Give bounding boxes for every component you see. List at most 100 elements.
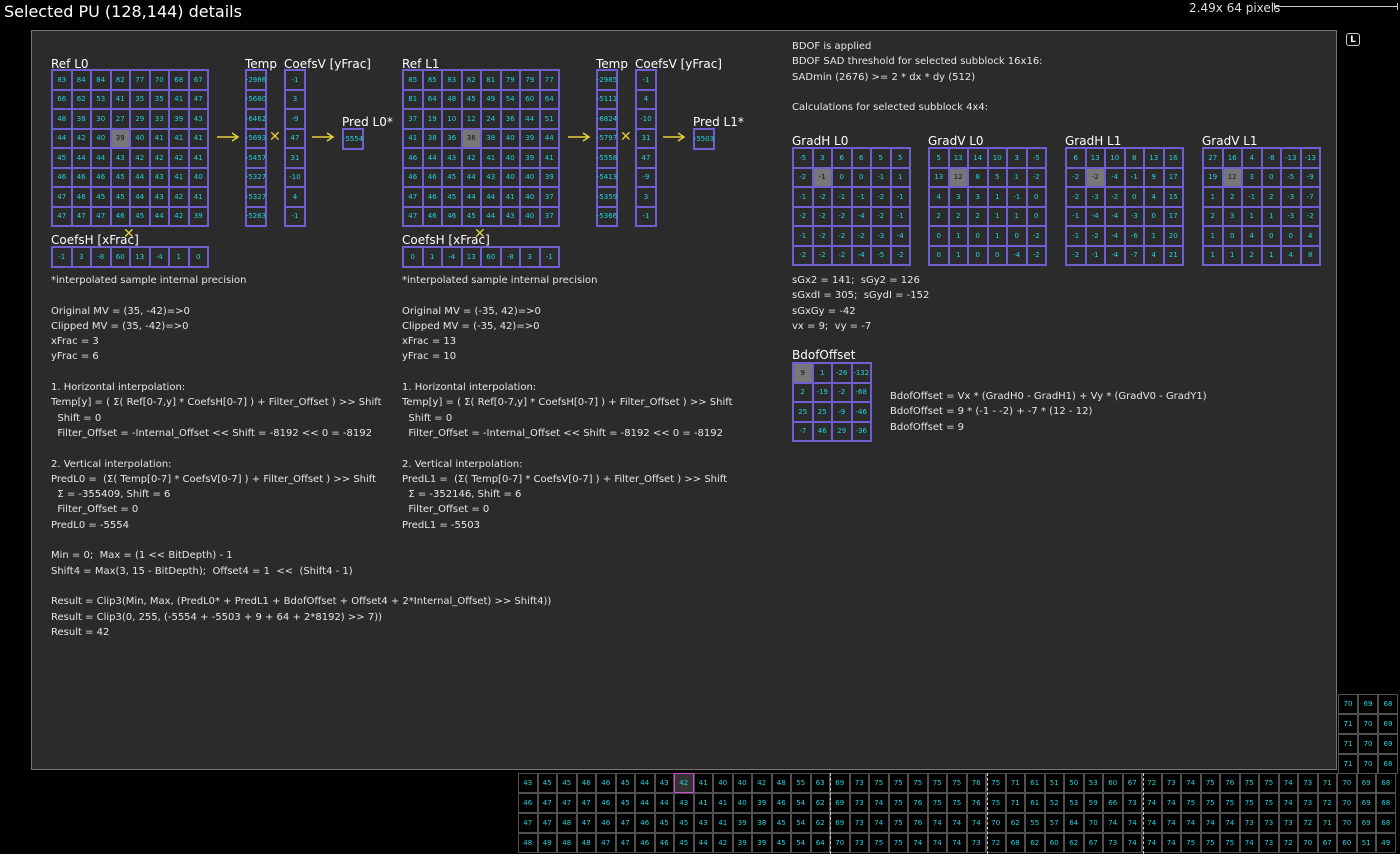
grid-cell: 41	[500, 187, 520, 207]
grid-cell: 46	[422, 206, 442, 226]
grid-cell: -5	[793, 148, 813, 168]
pixel-cell: 53	[1064, 793, 1084, 813]
pixel-cell: 68	[1005, 833, 1025, 853]
bdof-offset-grid: 9 1 -26 -132 2 -19 -2 -68 25 25 -9 -46 -7 46 29 -36	[792, 362, 872, 442]
grid-cell: -8	[91, 247, 111, 267]
grid-cell: 47	[285, 128, 305, 148]
grid-cell: 46	[422, 167, 442, 187]
grid-cell: 33	[149, 109, 169, 129]
pixel-cell: 70	[1083, 813, 1103, 833]
pixel-cell: 47	[576, 793, 596, 813]
grid-cell: 1	[1261, 206, 1281, 226]
pixel-cell: 64	[1064, 813, 1084, 833]
grid-cell: 84	[71, 70, 91, 90]
pixel-cell: 46	[518, 793, 538, 813]
bdof-formula: BdofOffset = Vx * (GradH0 - GradH1) + Vy…	[890, 391, 1207, 433]
pixel-cell: 39	[752, 793, 772, 813]
grid-cell: 2	[929, 206, 949, 226]
grid-cell: 79	[520, 70, 540, 90]
grid-cell: 46	[812, 421, 832, 441]
grid-cell: 3	[285, 89, 305, 109]
grid-cell: 40	[520, 187, 540, 207]
grid-cell: -2	[851, 226, 871, 246]
grid-cell: 17	[1163, 206, 1183, 226]
pixel-cell: 73	[966, 833, 986, 853]
grid-cell: 43	[188, 109, 208, 129]
grid-cell: 40	[130, 128, 150, 148]
grid-cell: 4	[1144, 187, 1164, 207]
grid-cell: -2	[1105, 187, 1125, 207]
l0-coefsh-grid: -1 3 -8 60 13 -4 1 0	[51, 246, 209, 268]
grid-cell: -5366	[597, 206, 617, 226]
grid-cell: 1	[422, 247, 442, 267]
pixel-cell: 70	[1337, 813, 1357, 833]
grid-cell: 0	[968, 226, 988, 246]
grid-cell: 3	[1007, 148, 1027, 168]
pixel-cell: 42	[674, 773, 694, 793]
grid-cell: -1	[1242, 187, 1262, 207]
zoom-slider[interactable]	[1274, 3, 1398, 10]
grid-cell: 14	[968, 148, 988, 168]
grid-cell: -4	[1085, 206, 1105, 226]
grid-cell: 44	[520, 109, 540, 129]
grid-cell: 0	[968, 245, 988, 265]
bdof-gradh-l0-title: GradH L0	[792, 134, 849, 148]
l-button[interactable]: L	[1346, 33, 1360, 46]
pixel-cell: 50	[1064, 773, 1084, 793]
grid-cell: -2	[1026, 167, 1046, 187]
pixel-cell: 73	[1278, 813, 1298, 833]
bdof-gradv-l0-title: GradV L0	[928, 134, 984, 148]
grid-cell: 44	[461, 167, 481, 187]
pixel-cell: 43	[518, 773, 538, 793]
pixel-cell: 47	[518, 813, 538, 833]
pixel-cell: 70	[1338, 694, 1358, 714]
grid-cell: -2	[812, 245, 832, 265]
pixel-cell: 75	[888, 773, 908, 793]
grid-cell: 17	[1163, 167, 1183, 187]
grid-cell: 85	[422, 70, 442, 90]
pixel-cell: 72	[986, 833, 1006, 853]
grid-cell: -5413	[597, 167, 617, 187]
pixel-cell: 48	[518, 833, 538, 853]
pixel-cell: 72	[1298, 813, 1318, 833]
pixel-cell: 75	[869, 833, 889, 853]
pixel-cell: 75	[986, 793, 1006, 813]
pixel-cell: 47	[537, 813, 557, 833]
grid-cell: 15	[1163, 187, 1183, 207]
pixel-cell: 75	[1220, 833, 1240, 853]
grid-cell: -1	[871, 167, 891, 187]
grid-cell: 41	[539, 148, 559, 168]
pixel-cell: 69	[1378, 714, 1398, 734]
pixel-cell: 70	[986, 813, 1006, 833]
grid-cell: 41	[188, 128, 208, 148]
grid-cell: -5503	[694, 129, 714, 149]
grid-cell: -1	[890, 187, 910, 207]
grid-cell: 47	[188, 89, 208, 109]
grid-cell: 41	[188, 148, 208, 168]
grid-cell: -2	[1026, 245, 1046, 265]
pixel-cell: 70	[1298, 833, 1318, 853]
pixel-cell: 62	[1005, 813, 1025, 833]
pixel-cell: 69	[830, 793, 850, 813]
grid-cell: 40	[188, 167, 208, 187]
pixel-cell: 47	[576, 813, 596, 833]
grid-cell: -13	[1281, 148, 1301, 168]
pixel-cell: 75	[888, 833, 908, 853]
pixel-cell: 72	[1142, 773, 1162, 793]
pixel-cell: 75	[888, 793, 908, 813]
grid-cell: 39	[169, 109, 189, 129]
grid-cell: 16	[1222, 148, 1242, 168]
grid-cell: -10	[285, 167, 305, 187]
grid-cell: 3	[1222, 206, 1242, 226]
grid-cell: 4	[1281, 245, 1301, 265]
pixel-cell: 51	[1044, 773, 1064, 793]
grid-cell: 31	[636, 128, 656, 148]
pixel-cell: 54	[791, 813, 811, 833]
grid-cell: 3	[520, 247, 540, 267]
grid-cell: 0	[188, 247, 208, 267]
pixel-cell: 74	[947, 833, 967, 853]
pixel-cell: 70	[1358, 734, 1378, 754]
l0-ref-grid: 83 84 84 82 77 70 68 67 66 62 53 41 35 35 41 47 48 38 30 27…	[51, 69, 209, 227]
grid-cell: -2	[832, 226, 852, 246]
pixel-cell: 73	[849, 793, 869, 813]
